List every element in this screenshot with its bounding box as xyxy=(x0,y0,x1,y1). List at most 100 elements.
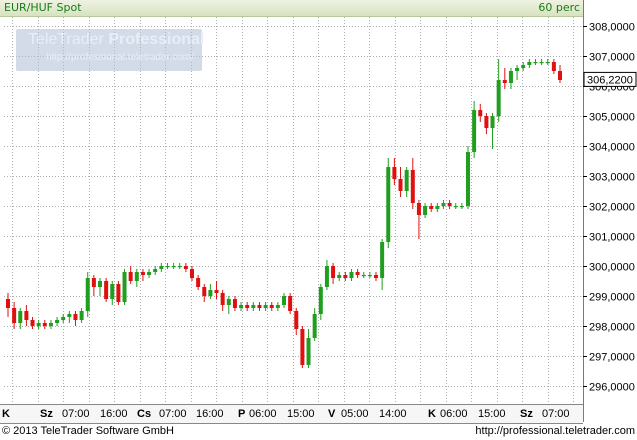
candle-body xyxy=(374,275,378,278)
candle xyxy=(190,266,194,281)
candle xyxy=(159,263,164,272)
candle-body xyxy=(521,65,526,68)
candle xyxy=(67,311,72,323)
candle-body xyxy=(502,80,507,83)
candle-body xyxy=(153,269,158,272)
candle xyxy=(239,302,244,311)
candle-body xyxy=(245,305,250,308)
candle xyxy=(324,260,329,290)
y-tick-label: 300,0000 xyxy=(589,262,635,274)
x-time-label: 07:00 xyxy=(542,408,570,420)
candle-body xyxy=(355,272,360,275)
candle-body xyxy=(533,62,538,64)
candle-body xyxy=(441,203,446,206)
candle xyxy=(441,200,446,209)
candle xyxy=(177,263,182,269)
candle-body xyxy=(515,68,520,71)
candle-body xyxy=(318,287,323,314)
candle-body xyxy=(122,272,127,302)
x-time-label: 06:00 xyxy=(440,408,468,420)
candle xyxy=(521,62,526,71)
candle xyxy=(367,272,372,278)
candle-body xyxy=(386,167,391,242)
candle xyxy=(398,167,403,197)
candle-body xyxy=(110,284,115,299)
candle xyxy=(490,113,495,149)
candle xyxy=(374,272,378,281)
candle-body xyxy=(257,305,262,308)
candle xyxy=(12,302,17,329)
candle xyxy=(435,203,440,212)
candle-body xyxy=(190,269,194,278)
candle xyxy=(466,146,470,209)
candle-body xyxy=(343,275,348,278)
candle-body xyxy=(73,314,78,320)
candle-body xyxy=(220,293,225,305)
candle-body xyxy=(337,275,342,278)
candle xyxy=(410,158,415,209)
candle-body xyxy=(91,278,96,287)
candle xyxy=(502,68,507,89)
candle xyxy=(147,269,152,278)
y-tick-label: 301,0000 xyxy=(589,232,635,244)
candle-body xyxy=(447,203,452,206)
candle xyxy=(79,308,84,323)
candle xyxy=(55,317,60,326)
candle-body xyxy=(239,305,244,308)
candle xyxy=(361,272,366,278)
y-tick-label: 304,0000 xyxy=(589,142,635,154)
candle-body xyxy=(545,62,550,64)
candle-body xyxy=(551,62,556,71)
candle-body xyxy=(282,296,286,305)
candle xyxy=(355,269,360,278)
candle-body xyxy=(380,242,385,278)
y-tick-label: 303,0000 xyxy=(589,172,635,184)
candle xyxy=(447,200,452,209)
candle xyxy=(472,101,477,158)
candle-body xyxy=(263,305,268,308)
candle-body xyxy=(171,266,176,268)
watermark-brand: TeleTrader Professional xyxy=(28,31,205,48)
footer-url[interactable]: http://professional.teletrader.com xyxy=(475,425,635,437)
candle xyxy=(18,308,23,329)
candle xyxy=(423,203,428,218)
candle-body xyxy=(294,311,299,329)
candle xyxy=(386,158,391,248)
candle xyxy=(539,59,544,65)
candles xyxy=(6,59,562,368)
candle xyxy=(98,278,102,296)
x-day-label: Sz xyxy=(40,408,53,420)
candle xyxy=(533,59,538,65)
candle xyxy=(61,314,66,323)
candle-body xyxy=(24,311,29,320)
candle-body xyxy=(251,305,256,308)
last-value-marker: 306,2200 xyxy=(583,71,637,87)
candle-body xyxy=(12,308,17,323)
candle-body xyxy=(423,206,428,215)
y-tick-label: 307,0000 xyxy=(589,52,635,64)
candle-body xyxy=(361,275,366,277)
candle-body xyxy=(416,203,421,215)
candle-body xyxy=(30,320,35,326)
candle xyxy=(48,320,53,329)
candle-body xyxy=(490,116,495,128)
candle xyxy=(232,296,237,311)
candle-body xyxy=(331,266,336,278)
x-time-label: 07:00 xyxy=(159,408,187,420)
candle xyxy=(226,296,231,314)
candle-body xyxy=(226,299,231,305)
candle-body xyxy=(55,320,60,323)
candle-body xyxy=(459,206,464,208)
x-day-label: K xyxy=(428,408,436,420)
candle-body xyxy=(98,281,102,287)
candle xyxy=(453,203,458,209)
x-time-label: 15:00 xyxy=(478,408,506,420)
candle-body xyxy=(232,299,237,308)
chart-window: EUR/HUF Spot 60 perc 296,0000 297,0000 298… xyxy=(0,0,637,440)
y-tick-label: 308,0000 xyxy=(589,22,635,34)
candle-body xyxy=(79,311,84,320)
x-day-label: V xyxy=(328,408,336,420)
candle-body xyxy=(128,272,133,281)
candle xyxy=(306,329,311,368)
candle-body xyxy=(6,299,10,308)
